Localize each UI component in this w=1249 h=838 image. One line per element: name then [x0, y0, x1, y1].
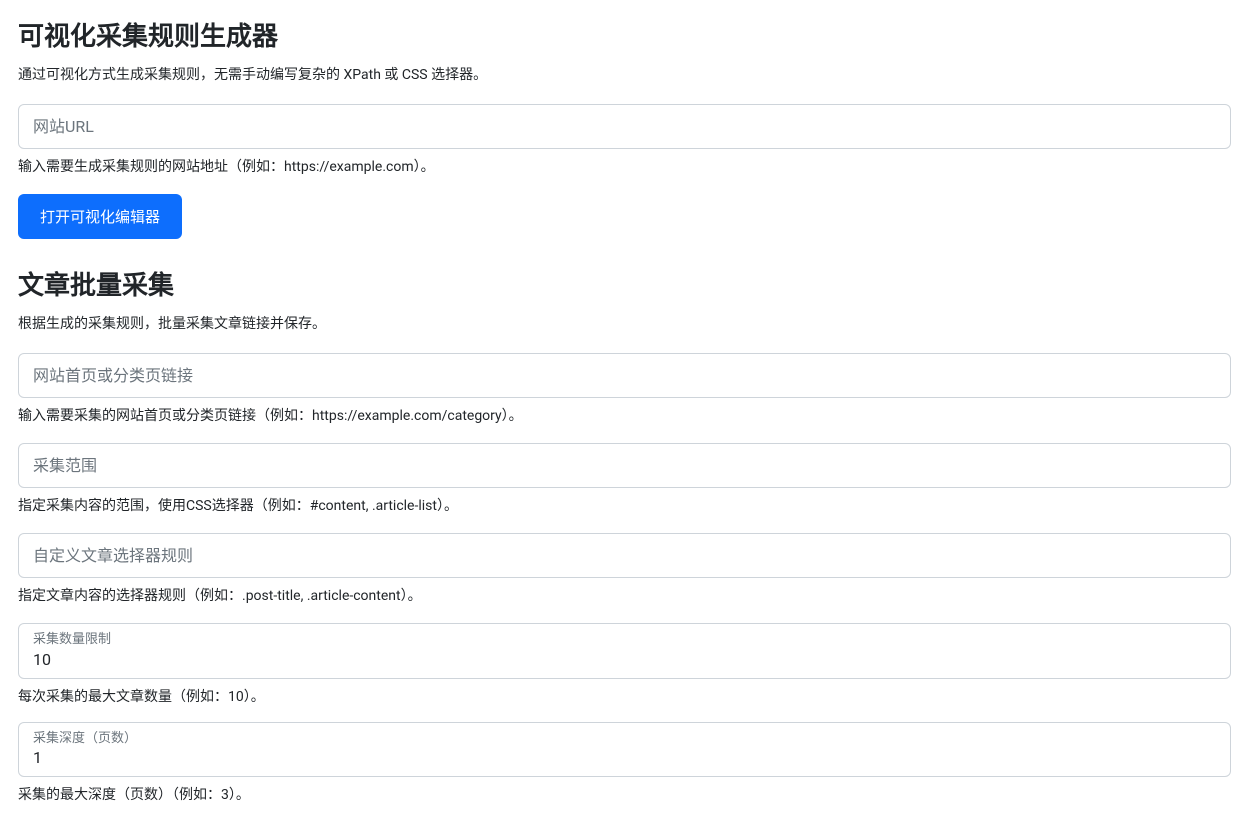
- collect-limit-help: 每次采集的最大文章数量（例如：10）。: [18, 687, 1231, 708]
- open-visual-editor-button[interactable]: 打开可视化编辑器: [18, 194, 182, 239]
- section2-desc: 根据生成的采集规则，批量采集文章链接并保存。: [18, 314, 1231, 335]
- website-url-help: 输入需要生成采集规则的网站地址（例如：https://example.com）。: [18, 157, 1231, 178]
- homepage-url-input[interactable]: [18, 353, 1231, 398]
- collect-depth-help: 采集的最大深度（页数）（例如：3）。: [18, 785, 1231, 806]
- article-selector-input[interactable]: [18, 533, 1231, 578]
- collect-range-input[interactable]: [18, 443, 1231, 488]
- section1-desc: 通过可视化方式生成采集规则，无需手动编写复杂的 XPath 或 CSS 选择器。: [18, 65, 1231, 86]
- collect-depth-input[interactable]: [33, 748, 1216, 767]
- homepage-url-help: 输入需要采集的网站首页或分类页链接（例如：https://example.com…: [18, 406, 1231, 427]
- collect-range-help: 指定采集内容的范围，使用CSS选择器（例如：#content, .article…: [18, 496, 1231, 517]
- collect-limit-label: 采集数量限制: [33, 630, 1216, 650]
- collect-limit-input[interactable]: [33, 650, 1216, 669]
- range-form-group: 指定采集内容的范围，使用CSS选择器（例如：#content, .article…: [18, 443, 1231, 517]
- section1-title: 可视化采集规则生成器: [18, 18, 1231, 57]
- website-url-input[interactable]: [18, 104, 1231, 149]
- article-selector-help: 指定文章内容的选择器规则（例如：.post-title, .article-co…: [18, 586, 1231, 607]
- section2-title: 文章批量采集: [18, 267, 1231, 306]
- homepage-form-group: 输入需要采集的网站首页或分类页链接（例如：https://example.com…: [18, 353, 1231, 427]
- collect-depth-label: 采集深度（页数）: [33, 729, 1216, 749]
- depth-form-group: 采集深度（页数） 采集的最大深度（页数）（例如：3）。: [18, 722, 1231, 807]
- limit-form-group: 采集数量限制 每次采集的最大文章数量（例如：10）。: [18, 623, 1231, 708]
- selector-form-group: 指定文章内容的选择器规则（例如：.post-title, .article-co…: [18, 533, 1231, 607]
- url-form-group: 输入需要生成采集规则的网站地址（例如：https://example.com）。: [18, 104, 1231, 178]
